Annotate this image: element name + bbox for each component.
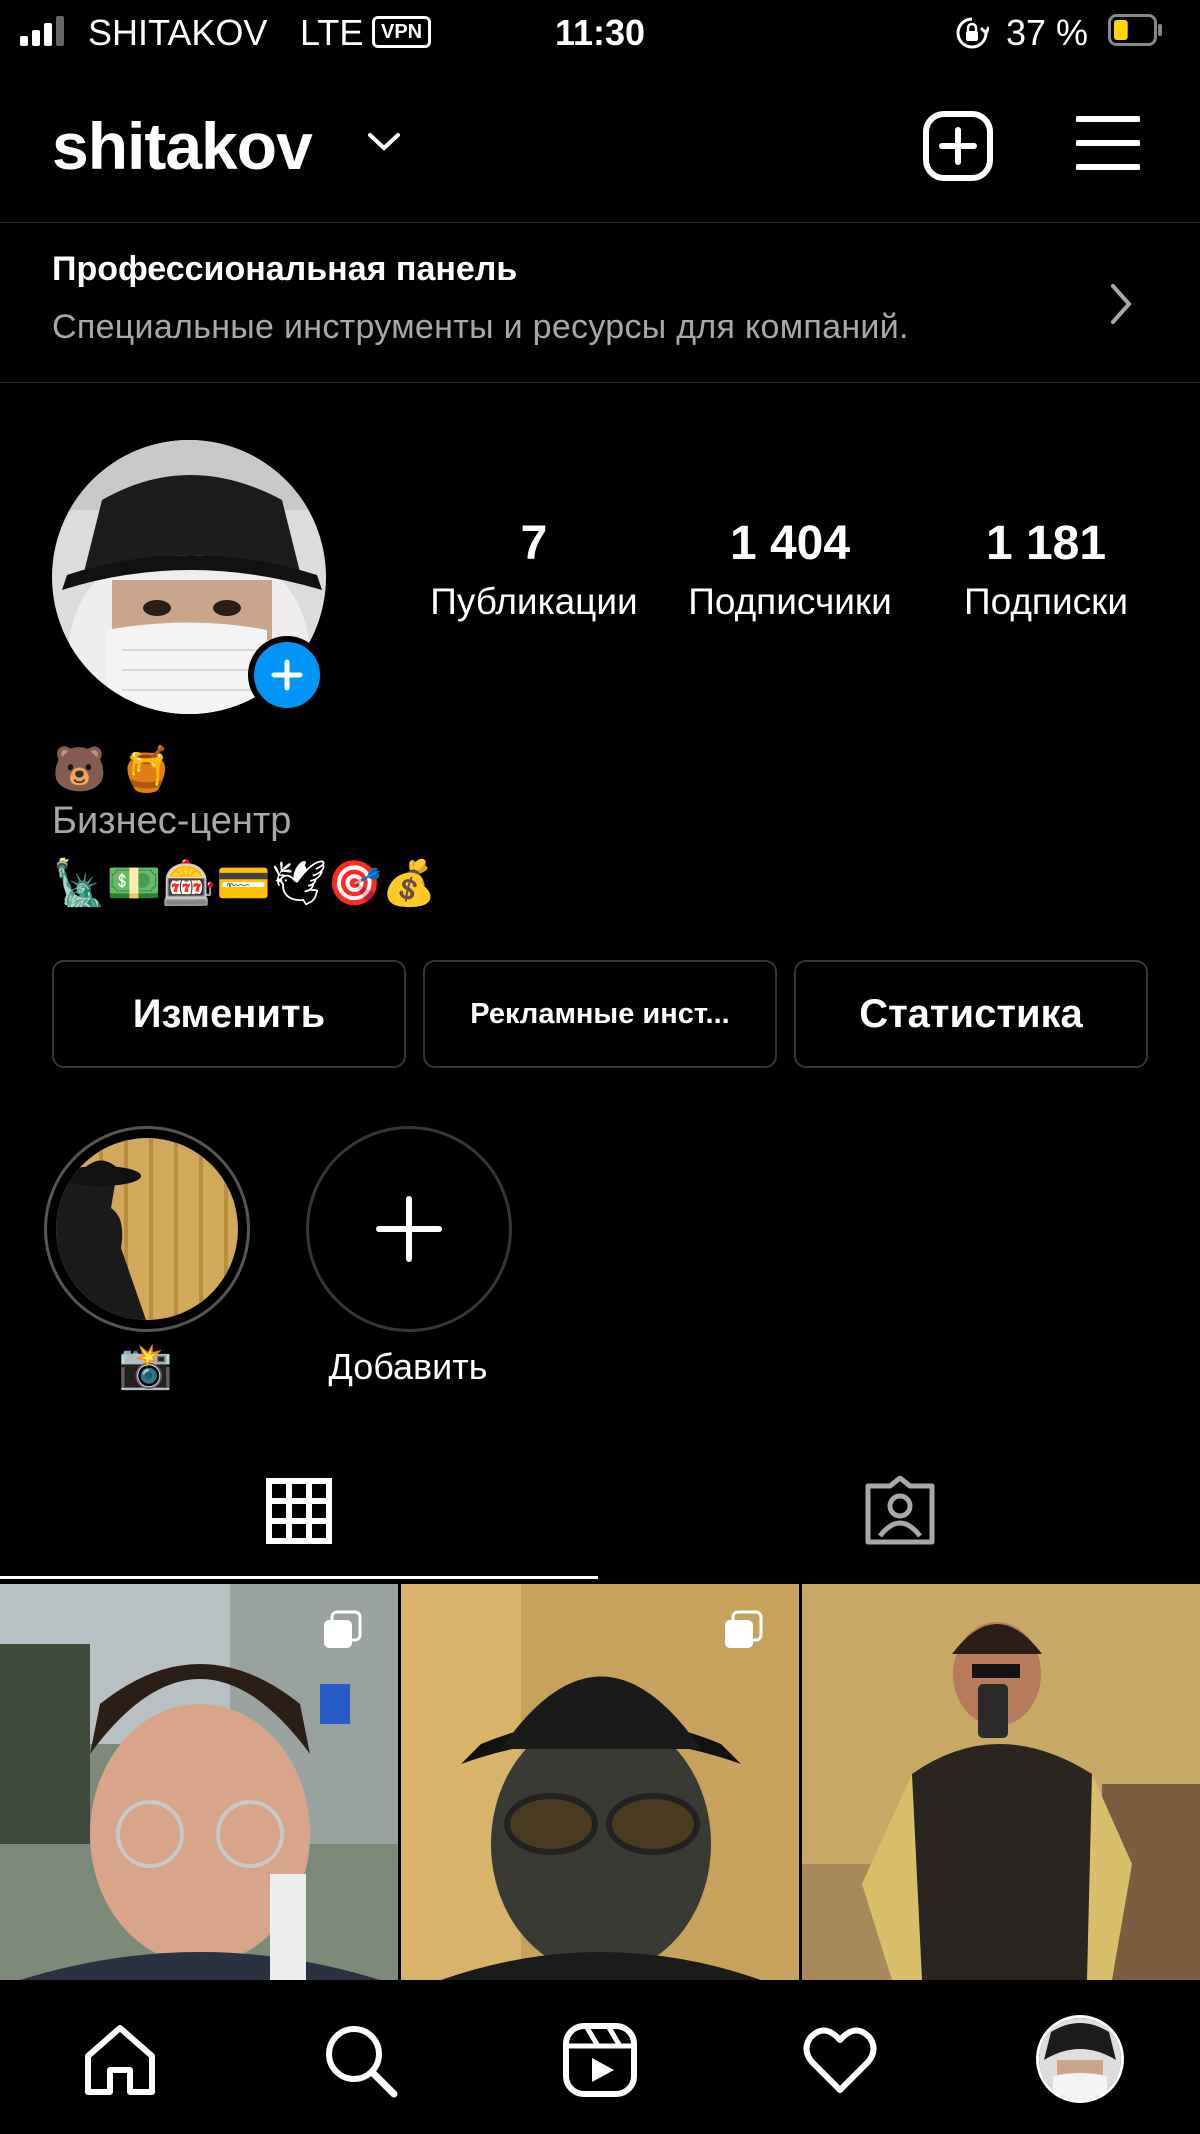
tab-grid[interactable] bbox=[0, 1450, 600, 1580]
pro-divider bbox=[0, 382, 1200, 383]
chevron-down-icon[interactable] bbox=[366, 130, 402, 154]
grid-icon bbox=[266, 1478, 332, 1544]
business-category: Бизнес-центр bbox=[52, 800, 292, 842]
highlight-cover[interactable] bbox=[56, 1138, 238, 1320]
heart-icon[interactable] bbox=[800, 2020, 880, 2100]
post-thumbnail[interactable] bbox=[0, 1584, 398, 1980]
home-icon[interactable] bbox=[80, 2020, 160, 2100]
menu-icon[interactable] bbox=[1076, 114, 1140, 172]
stat-following[interactable]: 1 181 Подписки bbox=[926, 516, 1166, 623]
bio-emoji-line1: 🐻 🍯 bbox=[52, 745, 174, 794]
profile-avatar[interactable] bbox=[1036, 2015, 1124, 2103]
pro-dashboard-subtitle: Специальные инструменты и ресурсы для ко… bbox=[52, 308, 909, 346]
followers-label: Подписчики bbox=[688, 581, 892, 622]
pro-dashboard-title: Профессиональная панель bbox=[52, 250, 518, 288]
stat-posts[interactable]: 7 Публикации bbox=[414, 516, 654, 623]
following-label: Подписки bbox=[963, 581, 1128, 622]
new-highlight-label: Добавить bbox=[328, 1346, 488, 1387]
status-bar: SHITAKOV LTE VPN 11:30 37 % bbox=[0, 0, 1200, 64]
add-story-button[interactable] bbox=[248, 636, 326, 714]
tagged-icon bbox=[865, 1476, 935, 1545]
reels-icon[interactable] bbox=[560, 2020, 640, 2100]
battery-icon bbox=[1108, 14, 1162, 46]
active-tab-indicator bbox=[0, 1576, 598, 1579]
carousel-icon bbox=[324, 1610, 362, 1648]
rotation-lock-icon bbox=[956, 17, 989, 49]
highlight-label: 📸 bbox=[118, 1342, 173, 1391]
new-highlight-button[interactable] bbox=[306, 1126, 512, 1332]
posts-count: 7 bbox=[520, 517, 548, 570]
followers-count: 1 404 bbox=[729, 517, 851, 570]
tab-tagged[interactable] bbox=[600, 1450, 1200, 1580]
posts-label: Публикации bbox=[430, 581, 638, 622]
following-count: 1 181 bbox=[985, 517, 1107, 570]
new-post-icon[interactable] bbox=[922, 110, 994, 182]
post-thumbnail[interactable] bbox=[802, 1584, 1200, 1980]
edit-profile-button[interactable]: Изменить bbox=[52, 960, 406, 1068]
insights-button[interactable]: Статистика bbox=[794, 960, 1148, 1068]
bio-emoji-line2: 🗽💵🎰💳🕊🎯💰 bbox=[52, 859, 437, 908]
stat-followers[interactable]: 1 404 Подписчики bbox=[670, 516, 910, 623]
ad-tools-button[interactable]: Рекламные инст... bbox=[423, 960, 777, 1068]
carousel-icon bbox=[725, 1610, 763, 1648]
search-icon[interactable] bbox=[320, 2020, 400, 2100]
battery-percent: 37 % bbox=[1006, 12, 1089, 53]
chevron-right-icon bbox=[1111, 284, 1132, 324]
post-thumbnail[interactable] bbox=[401, 1584, 799, 1980]
profile-username[interactable]: shitakov bbox=[52, 108, 313, 184]
professional-dashboard[interactable] bbox=[0, 223, 1200, 381]
